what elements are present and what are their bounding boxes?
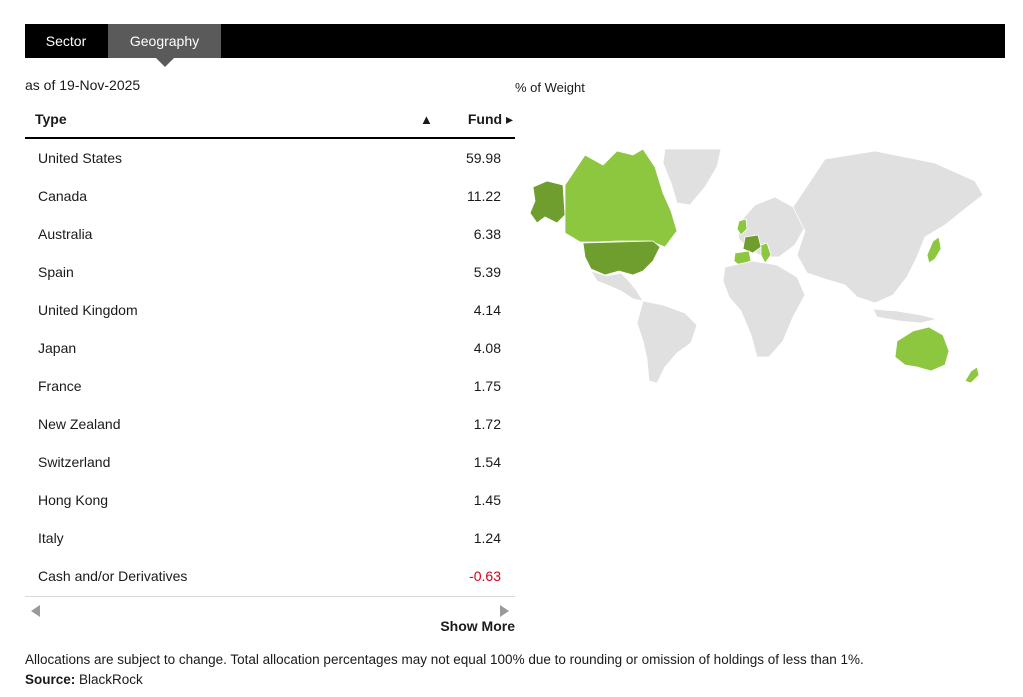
column-header-fund[interactable]: Fund ▸	[468, 111, 513, 128]
tab-geography[interactable]: Geography	[108, 24, 221, 67]
map-region-greenland	[662, 148, 722, 206]
row-value: 4.08	[473, 340, 501, 356]
as-of-date: as of 19-Nov-2025	[25, 77, 141, 93]
show-more-button[interactable]: Show More	[440, 618, 515, 634]
map-weight-label: % of Weight	[515, 80, 585, 95]
table-header: Type ▲ Fund ▸	[25, 103, 515, 139]
map-region-indonesia	[872, 308, 938, 324]
world-weight-map	[529, 148, 984, 384]
row-name: France	[38, 378, 82, 394]
row-value: 4.14	[473, 302, 501, 318]
map-region-africa	[722, 260, 806, 358]
map-region-south-america	[636, 300, 698, 384]
table-row: Hong Kong 1.45	[25, 481, 515, 519]
row-name: United Kingdom	[38, 302, 138, 318]
column-header-type: Type	[35, 111, 67, 127]
row-name: Japan	[38, 340, 77, 356]
scroll-right-icon[interactable]	[500, 605, 509, 617]
sort-ascending-icon[interactable]: ▲	[420, 112, 433, 127]
tab-bar: Sector Geography	[25, 24, 1005, 67]
row-name: Switzerland	[38, 454, 111, 470]
row-value: 11.22	[467, 188, 501, 204]
row-value-negative: -0.63	[469, 568, 501, 584]
table-row: United Kingdom 4.14	[25, 291, 515, 329]
map-region-united-states[interactable]	[582, 240, 661, 276]
table-row: Switzerland 1.54	[25, 443, 515, 481]
map-region-japan[interactable]	[926, 236, 942, 264]
map-region-asia	[792, 150, 984, 304]
row-value: 59.98	[465, 150, 501, 166]
row-name: Hong Kong	[38, 492, 109, 508]
table-row: Japan 4.08	[25, 329, 515, 367]
row-value: 1.75	[473, 378, 501, 394]
scroll-left-icon[interactable]	[31, 605, 40, 617]
table-row: Canada 11.22	[25, 177, 515, 215]
row-value: 1.45	[473, 492, 501, 508]
table-row: United States 59.98	[25, 139, 515, 177]
table-row: Australia 6.38	[25, 215, 515, 253]
tab-sector[interactable]: Sector	[25, 24, 107, 58]
row-value: 1.54	[473, 454, 501, 470]
row-value: 6.38	[473, 226, 501, 242]
active-tab-caret-icon	[156, 58, 174, 67]
source-line: Source: BlackRock	[25, 672, 143, 687]
allocation-footnote: Allocations are subject to change. Total…	[25, 652, 864, 667]
table-row: Spain 5.39	[25, 253, 515, 291]
map-region-australia[interactable]	[894, 326, 950, 372]
horizontal-scrollbar[interactable]	[25, 596, 515, 620]
map-region-canada[interactable]	[564, 148, 678, 248]
map-region-new-zealand[interactable]	[964, 366, 980, 384]
row-name: Spain	[38, 264, 74, 280]
row-name: United States	[38, 150, 123, 166]
row-name: New Zealand	[38, 416, 121, 432]
row-name: Canada	[38, 188, 88, 204]
geography-table: Type ▲ Fund ▸ United States 59.98 Canada 1…	[25, 103, 515, 595]
table-row: France 1.75	[25, 367, 515, 405]
row-name: Australia	[38, 226, 93, 242]
table-row: New Zealand 1.72	[25, 405, 515, 443]
row-name: Italy	[38, 530, 64, 546]
map-region-mexico	[590, 270, 644, 302]
row-value: 1.24	[473, 530, 501, 546]
table-row: Italy 1.24	[25, 519, 515, 557]
table-row: Cash and/or Derivatives -0.63	[25, 557, 515, 595]
map-region-alaska[interactable]	[529, 180, 566, 224]
row-value: 1.72	[473, 416, 501, 432]
row-name: Cash and/or Derivatives	[38, 568, 188, 584]
tab-geography-label: Geography	[129, 33, 200, 49]
row-value: 5.39	[473, 264, 501, 280]
source-value: BlackRock	[79, 672, 143, 687]
source-label: Source:	[25, 672, 76, 687]
